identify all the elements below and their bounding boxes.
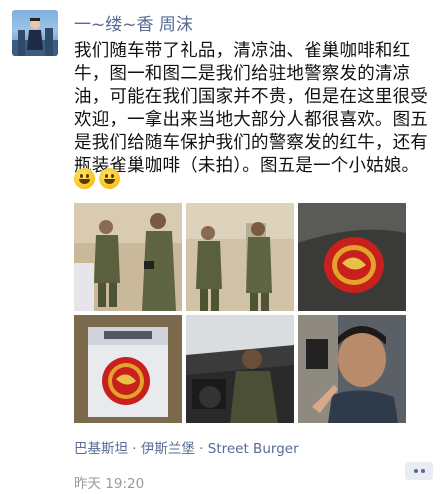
photo-5-car-interior[interactable] — [186, 315, 294, 423]
author-name[interactable]: 一~缕~香 周沫 — [74, 10, 193, 35]
dot-icon — [420, 469, 425, 473]
photo-grid — [74, 203, 406, 423]
post-text: 我们随车带了礼品，清凉油、雀巢咖啡和红牛，图一和图二是我们给驻地警察发的清凉油，… — [74, 41, 428, 176]
grin-emoji — [99, 168, 120, 189]
location-link[interactable]: 巴基斯坦 · 伊斯兰堡 · Street Burger — [74, 437, 299, 457]
emoji-row — [74, 168, 120, 189]
photo-2-police-officers[interactable] — [186, 203, 294, 311]
photo-1-police-officers[interactable] — [74, 203, 182, 311]
avatar[interactable] — [12, 10, 58, 56]
photo-4-balm-packet[interactable] — [74, 315, 182, 423]
comment-button[interactable] — [405, 462, 433, 480]
dot-icon — [413, 469, 418, 473]
post-time: 昨天 19:20 — [74, 476, 145, 492]
photo-3-balm-tin[interactable] — [298, 203, 406, 311]
photo-6-selfie[interactable] — [298, 315, 406, 423]
grin-emoji — [74, 168, 95, 189]
